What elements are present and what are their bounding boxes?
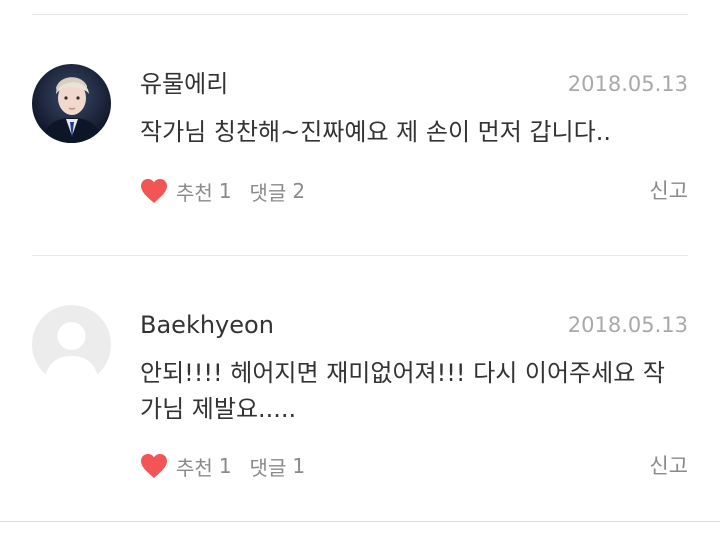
recommend-label[interactable]: 추천 [176,452,213,481]
comment-text: 안되!!!! 헤어지면 재미없어져!!! 다시 이어주세요 작가님 제발요...… [140,359,666,423]
reply-label[interactable]: 댓글 [250,452,287,481]
bottom-divider [0,521,720,522]
recommend-count: 1 [218,179,232,203]
comment-author[interactable]: Baekhyeon [140,310,274,340]
report-button[interactable]: 신고 [649,176,688,206]
comment-date: 2018.05.13 [567,313,688,337]
heart-icon[interactable] [140,178,168,204]
avatar[interactable] [32,64,111,143]
profile-photo-icon [32,64,111,143]
reply-count[interactable]: 2 [292,179,305,203]
comment-author[interactable]: 유물에리 [140,69,228,99]
comment-text: 작가님 칭찬해~진짜예요 제 손이 먼저 갑니다.. [140,118,611,146]
comment-actions: 추천 1 댓글 2 [140,176,305,206]
reply-label[interactable]: 댓글 [250,177,287,206]
default-user-avatar-icon [32,305,111,384]
comment-divider [32,255,688,256]
reply-count[interactable]: 1 [292,454,305,478]
comment-actions: 추천 1 댓글 1 [140,451,305,481]
avatar[interactable] [32,305,111,384]
comment-date: 2018.05.13 [567,72,688,96]
recommend-label[interactable]: 추천 [176,177,213,206]
top-divider [32,14,688,15]
recommend-count: 1 [218,454,232,478]
report-button[interactable]: 신고 [649,451,688,481]
heart-icon[interactable] [140,453,168,479]
